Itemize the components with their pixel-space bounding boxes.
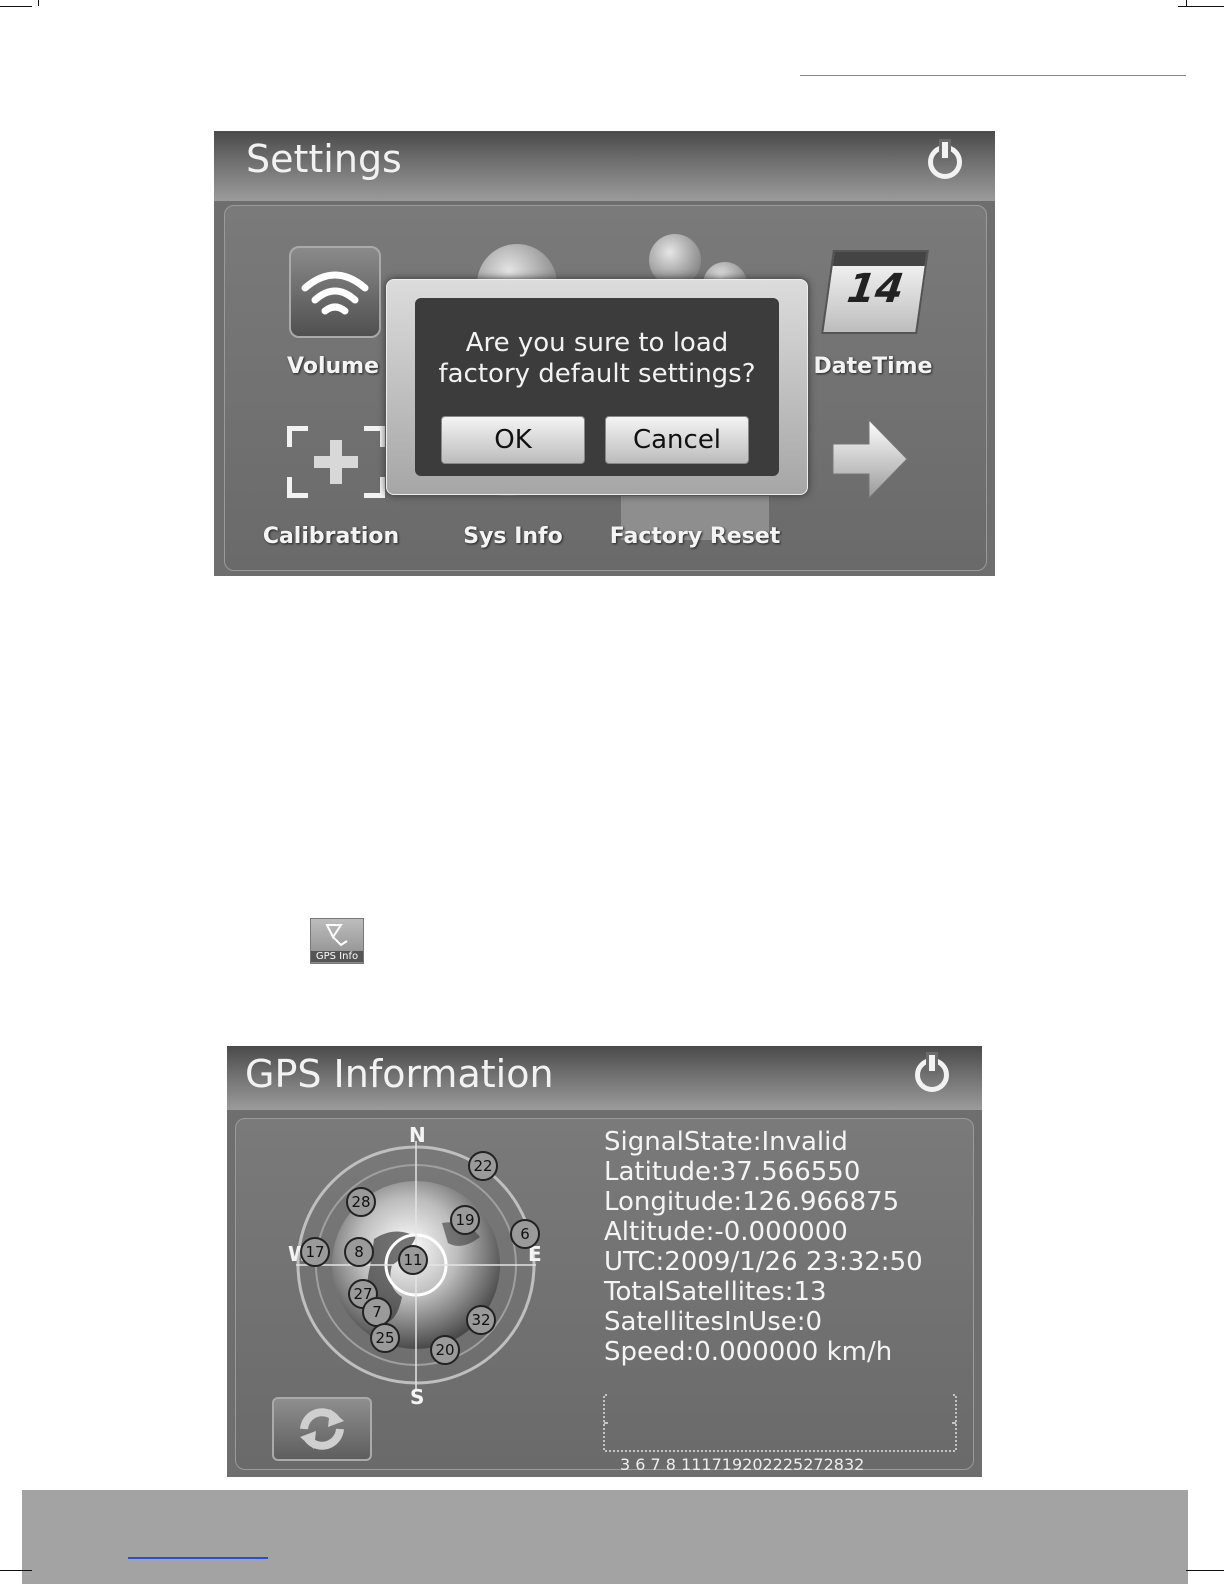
- gps-satellites-in-use: SatellitesInUse:0: [604, 1307, 823, 1337]
- signal-bar-axis-labels: 3 6 7 8 111719202225272832: [620, 1455, 865, 1474]
- settings-screen: Settings Volume 14 DateTime Calibration …: [214, 131, 995, 576]
- satellite-badge: 11: [398, 1245, 428, 1275]
- satellite-badge: 32: [466, 1305, 496, 1335]
- ok-button[interactable]: OK: [441, 416, 585, 464]
- volume-label: Volume: [287, 354, 379, 379]
- power-icon[interactable]: [915, 1055, 949, 1092]
- gps-panel: N S E W 22 28 19 6 17 8 11 27 7 32 25 20…: [235, 1118, 974, 1474]
- satellite-badge: 20: [430, 1335, 460, 1365]
- gps-titlebar: GPS Information: [227, 1046, 982, 1110]
- crop-mark-bottom-right: [1186, 1570, 1224, 1571]
- satellite-badge: 6: [510, 1219, 540, 1249]
- gps-speed: Speed:0.000000 km/h: [604, 1337, 893, 1367]
- calibration-label: Calibration: [262, 524, 400, 549]
- gps-utc: UTC:2009/1/26 23:32:50: [604, 1247, 923, 1277]
- satellite-badge: 8: [344, 1237, 374, 1267]
- compass-north: N: [409, 1123, 426, 1147]
- calibration-icon[interactable]: [287, 426, 385, 498]
- crop-mark-top-right: [1178, 6, 1224, 7]
- satellite-badge: 28: [346, 1187, 376, 1217]
- gps-latitude: Latitude:37.566550: [604, 1157, 861, 1187]
- satellite-badge: 19: [450, 1205, 480, 1235]
- crosshair-icon-bar: [314, 456, 358, 468]
- power-icon[interactable]: [928, 142, 962, 179]
- footer-link-underline[interactable]: [128, 1557, 268, 1559]
- satellite-badge: 17: [300, 1237, 330, 1267]
- header-rule: [800, 75, 1186, 76]
- volume-icon[interactable]: [289, 246, 381, 338]
- confirm-dialog-body: Are you sure to load factory default set…: [415, 298, 779, 476]
- compass-south: S: [410, 1385, 425, 1409]
- sys-info-label: Sys Info: [463, 524, 563, 549]
- satellite-badge: 22: [468, 1151, 498, 1181]
- crop-mark-bottom-left: [0, 1570, 32, 1571]
- gps-info-launcher[interactable]: GPS Info: [310, 918, 364, 964]
- gps-altitude: Altitude:-0.000000: [604, 1217, 848, 1247]
- calendar-icon[interactable]: 14: [821, 250, 929, 334]
- gps-title: GPS Information: [245, 1052, 554, 1096]
- crop-mark-top-left: [0, 6, 32, 7]
- calendar-binding: [832, 252, 927, 266]
- satellite-badge: 25: [370, 1323, 400, 1353]
- cancel-button[interactable]: Cancel: [605, 416, 749, 464]
- gps-longitude: Longitude:126.966875: [604, 1187, 900, 1217]
- settings-title: Settings: [246, 137, 402, 181]
- calibration-corner: [287, 426, 308, 447]
- gps-screen: GPS Information N S E W 22 28 19 6 17 8 …: [227, 1046, 982, 1477]
- calibration-corner: [364, 477, 385, 498]
- crop-mark-top-right-vertical: [1186, 0, 1187, 6]
- crop-mark-top-left-vertical: [38, 0, 39, 6]
- next-arrow-icon[interactable]: [829, 414, 909, 504]
- calendar-day: 14: [844, 266, 907, 312]
- calibration-corner: [287, 477, 308, 498]
- confirm-dialog: Are you sure to load factory default set…: [386, 279, 808, 495]
- factory-reset-label[interactable]: Factory Reset: [609, 524, 781, 549]
- satellite-dish-icon: [325, 924, 348, 947]
- dialog-message-line2: factory default settings?: [438, 359, 756, 389]
- refresh-button[interactable]: [272, 1397, 372, 1461]
- gps-info-launcher-label: GPS Info: [311, 951, 363, 962]
- dialog-message-line1: Are you sure to load: [465, 328, 729, 358]
- gps-signal-state: SignalState:Invalid: [604, 1127, 848, 1157]
- refresh-icon: [300, 1408, 344, 1450]
- gps-total-satellites: TotalSatellites:13: [604, 1277, 827, 1307]
- page-footer-bar: [22, 1490, 1188, 1584]
- signal-bar-graph: [603, 1394, 957, 1452]
- datetime-label: DateTime: [813, 354, 933, 379]
- settings-titlebar: Settings: [214, 131, 995, 201]
- calibration-corner: [364, 426, 385, 447]
